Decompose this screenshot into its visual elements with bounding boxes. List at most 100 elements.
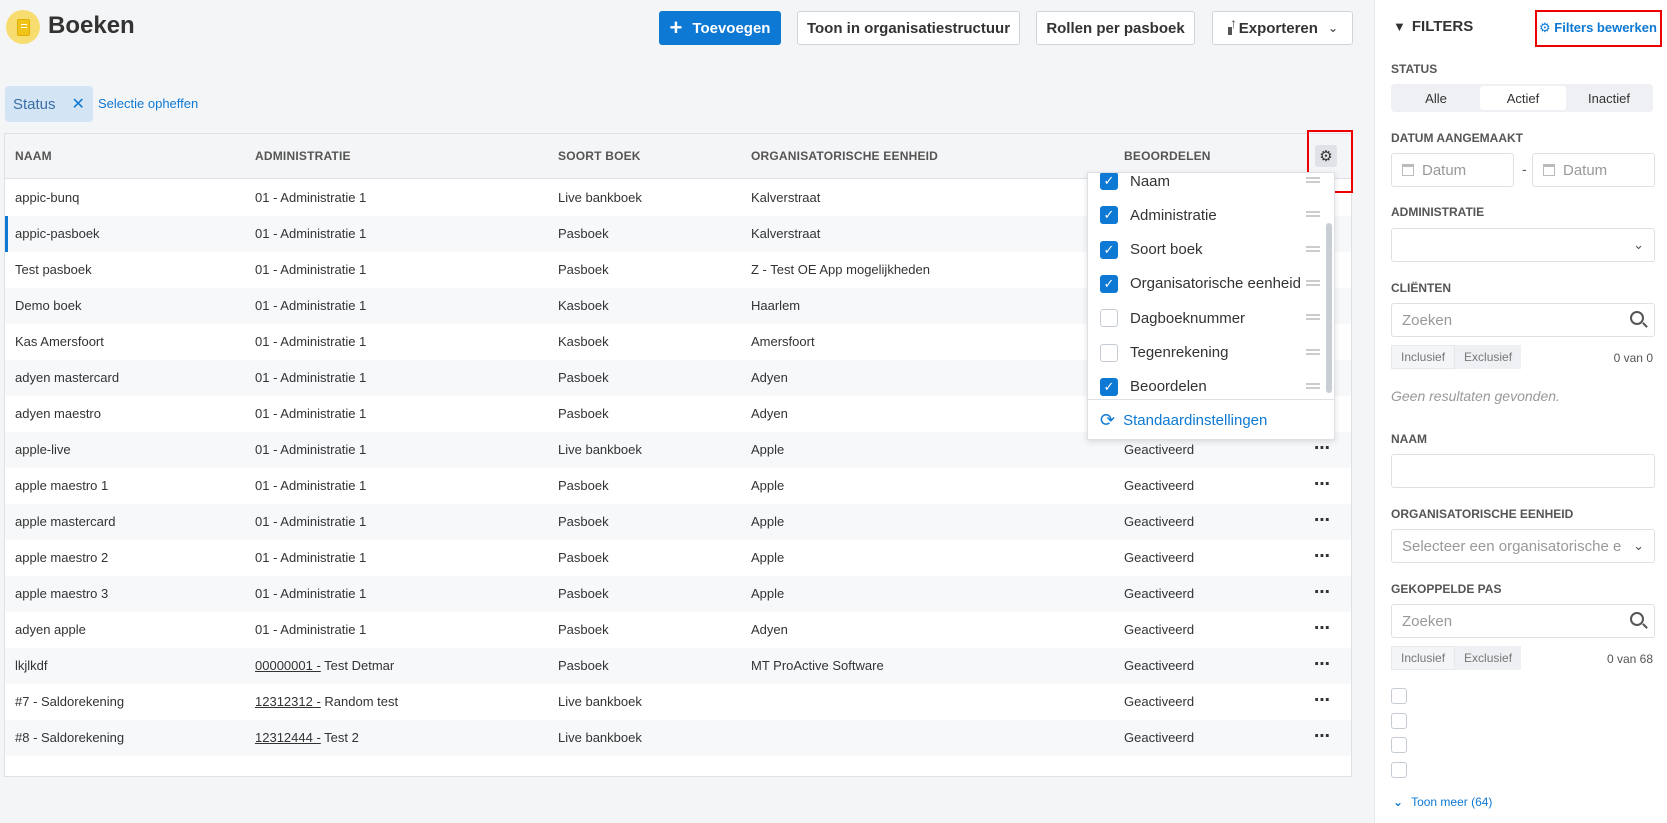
admin-name: Random test <box>320 694 399 709</box>
status-filter-chip[interactable]: Status ✕ <box>5 86 93 122</box>
dropdown-scrollbar[interactable] <box>1326 223 1332 393</box>
cell-administratie: 01 - Administratie 1 <box>255 406 366 421</box>
naam-input[interactable] <box>1391 454 1655 488</box>
col-header-soort-boek[interactable]: SOORT BOEK <box>558 149 641 163</box>
eenheid-select[interactable]: Selecteer een organisatorische eenheid ⌄ <box>1391 529 1655 563</box>
column-option[interactable]: Dagboeknummer <box>1100 303 1322 333</box>
date-to-input[interactable]: Datum <box>1532 153 1655 187</box>
add-button[interactable]: + Toevoegen <box>659 11 781 45</box>
pas-search-input[interactable]: Zoeken <box>1391 604 1655 638</box>
cell-soort-boek: Pasboek <box>558 262 609 277</box>
column-option-label: Soort boek <box>1130 241 1203 259</box>
clear-selection-link[interactable]: Selectie opheffen <box>98 96 198 111</box>
column-checkbox[interactable]: ✓ <box>1100 206 1118 225</box>
admin-code-link[interactable]: 12312444 - <box>255 730 321 745</box>
column-option-label: Administratie <box>1130 206 1217 224</box>
admin-code-link[interactable]: 12312312 - <box>255 694 321 709</box>
table-row[interactable]: #7 - Saldorekening 12312312 - Random test… <box>5 684 1351 720</box>
clienten-include-toggle: Inclusief Exclusief <box>1391 345 1522 369</box>
cell-beoordelen: Geactiveerd <box>1124 622 1195 637</box>
admin-name: 01 - Administratie 1 <box>255 550 367 565</box>
col-header-naam[interactable]: NAAM <box>15 149 52 163</box>
clienten-inclusief[interactable]: Inclusief <box>1391 345 1456 369</box>
column-checkbox[interactable]: ✓ <box>1100 173 1118 190</box>
drag-handle-icon[interactable] <box>1306 245 1320 252</box>
drag-handle-icon[interactable] <box>1306 382 1320 389</box>
table-row[interactable]: adyen apple 01 - Administratie 1 Pasboek Ad… <box>5 612 1351 648</box>
clienten-search-input[interactable]: Zoeken <box>1391 303 1655 337</box>
table-row[interactable]: apple maestro 3 01 - Administratie 1 Pasbo… <box>5 576 1351 612</box>
admin-code-link[interactable]: 00000001 - <box>255 658 321 673</box>
eenheid-placeholder: Selecteer een organisatorische eenheid <box>1402 537 1622 555</box>
more-actions-icon[interactable]: ⋯ <box>1314 438 1331 458</box>
cell-soort-boek: Pasboek <box>558 406 609 421</box>
pas-checkbox[interactable] <box>1391 762 1407 778</box>
drag-handle-icon[interactable] <box>1306 279 1320 286</box>
drag-handle-icon[interactable] <box>1306 314 1320 321</box>
status-option-actief[interactable]: Actief <box>1480 86 1566 110</box>
more-actions-icon[interactable]: ⋯ <box>1314 726 1331 746</box>
pas-checkbox[interactable] <box>1391 688 1407 704</box>
refresh-icon: ⟳ <box>1100 410 1116 430</box>
column-checkbox[interactable] <box>1100 343 1118 362</box>
cell-soort-boek: Live bankboek <box>558 190 642 205</box>
plus-icon: + <box>669 15 683 40</box>
column-checkbox[interactable]: ✓ <box>1100 240 1118 259</box>
export-button[interactable]: Exporteren ⌄ <box>1212 11 1353 45</box>
drag-handle-icon[interactable] <box>1306 348 1320 355</box>
cell-soort-boek: Pasboek <box>558 658 609 673</box>
table-row[interactable]: apple maestro 2 01 - Administratie 1 Pasbo… <box>5 540 1351 576</box>
column-option[interactable]: ✓ Administratie <box>1100 200 1322 230</box>
org-structure-button[interactable]: Toon in organisatiestructuur <box>797 11 1020 45</box>
more-actions-icon[interactable]: ⋯ <box>1314 654 1331 674</box>
table-row[interactable]: apple maestro 1 01 - Administratie 1 Pasbo… <box>5 468 1351 504</box>
pas-checkbox[interactable] <box>1391 737 1407 753</box>
cell-administratie: 01 - Administratie 1 <box>255 478 366 493</box>
more-actions-icon[interactable]: ⋯ <box>1314 582 1331 602</box>
status-option-inactief[interactable]: Inactief <box>1566 86 1652 110</box>
pas-checkbox[interactable] <box>1391 713 1407 729</box>
more-actions-icon[interactable]: ⋯ <box>1314 474 1331 494</box>
column-option[interactable]: ✓ Beoordelen <box>1100 372 1322 399</box>
status-option-alle[interactable]: Alle <box>1393 86 1479 110</box>
show-more-link[interactable]: ⌄ Toon meer (64) <box>1393 795 1492 809</box>
col-header-organisatorische-eenheid[interactable]: ORGANISATORISCHE EENHEID <box>751 149 938 163</box>
column-checkbox[interactable] <box>1100 309 1118 328</box>
naam-label: NAAM <box>1391 432 1427 446</box>
more-actions-icon[interactable]: ⋯ <box>1314 690 1331 710</box>
table-row[interactable]: #8 - Saldorekening 12312444 - Test 2 Live … <box>5 720 1351 756</box>
drag-handle-icon[interactable] <box>1306 211 1320 218</box>
cell-naam: appic-bunq <box>15 190 80 205</box>
more-actions-icon[interactable]: ⋯ <box>1314 510 1331 530</box>
column-option[interactable]: Tegenrekening <box>1100 338 1322 368</box>
pas-inclusief[interactable]: Inclusief <box>1391 646 1456 670</box>
cell-naam: lkjlkdf <box>15 658 48 673</box>
more-actions-icon[interactable]: ⋯ <box>1314 546 1331 566</box>
column-option[interactable]: ✓ Organisatorische eenheid <box>1100 269 1322 299</box>
cell-administratie: 01 - Administratie 1 <box>255 262 366 277</box>
column-option-label: Dagboeknummer <box>1130 309 1246 327</box>
table-row[interactable]: lkjlkdf 00000001 - Test Detmar Pasboek MT P… <box>5 648 1351 684</box>
column-option[interactable]: ✓ Naam <box>1100 173 1322 196</box>
chevron-down-icon: ⌄ <box>1633 538 1644 553</box>
column-option-label: Naam <box>1130 173 1171 190</box>
cell-naam: appic-pasboek <box>15 226 100 241</box>
clienten-exclusief[interactable]: Exclusief <box>1455 345 1522 369</box>
roles-per-book-button[interactable]: Rollen per pasboek <box>1036 11 1195 45</box>
col-header-administratie[interactable]: ADMINISTRATIE <box>255 149 351 163</box>
column-option[interactable]: ✓ Soort boek <box>1100 235 1322 265</box>
administratie-select[interactable]: ⌄ <box>1391 228 1655 262</box>
date-from-input[interactable]: Datum <box>1391 153 1514 187</box>
col-header-beoordelen[interactable]: BEOORDELEN <box>1124 149 1211 163</box>
column-checkbox[interactable]: ✓ <box>1100 274 1118 293</box>
reset-columns-button[interactable]: ⟳ Standaardinstellingen <box>1088 399 1334 439</box>
drag-handle-icon[interactable] <box>1306 177 1320 183</box>
cell-administratie: 12312444 - Test 2 <box>255 730 359 745</box>
book-icon <box>6 10 40 44</box>
pas-exclusief[interactable]: Exclusief <box>1455 646 1522 670</box>
cell-naam: apple mastercard <box>15 514 116 529</box>
more-actions-icon[interactable]: ⋯ <box>1314 618 1331 638</box>
close-icon[interactable]: ✕ <box>72 94 85 114</box>
table-row[interactable]: apple mastercard 01 - Administratie 1 Pasb… <box>5 504 1351 540</box>
column-checkbox[interactable]: ✓ <box>1100 377 1118 396</box>
